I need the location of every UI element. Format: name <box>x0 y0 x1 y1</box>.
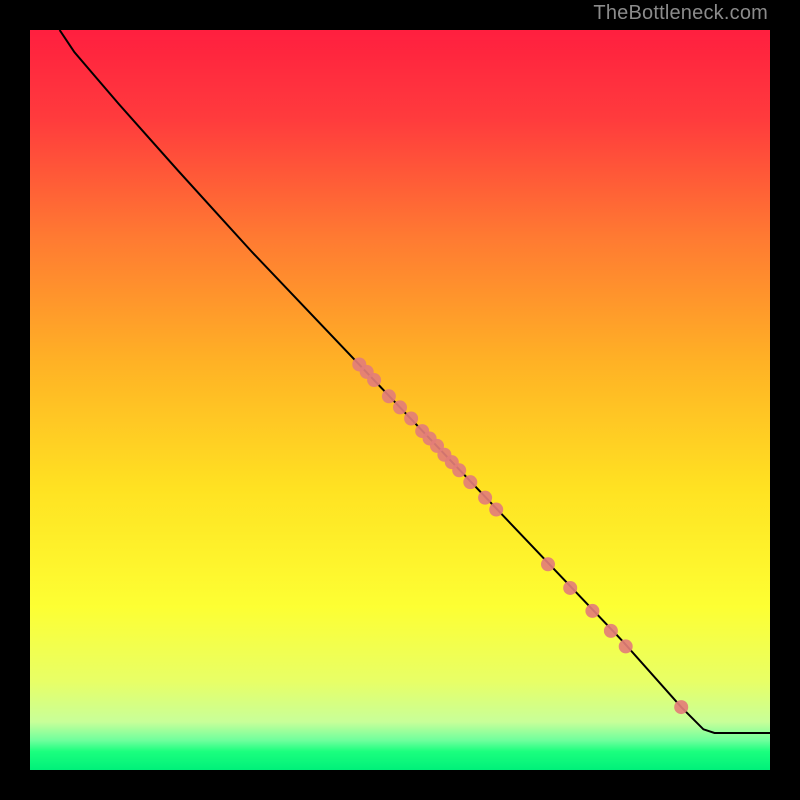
data-marker <box>452 463 466 477</box>
data-marker <box>393 400 407 414</box>
chart-frame <box>30 30 770 770</box>
watermark-text: TheBottleneck.com <box>593 2 768 25</box>
data-marker <box>382 389 396 403</box>
data-marker <box>478 491 492 505</box>
data-marker <box>604 624 618 638</box>
data-marker <box>404 412 418 426</box>
chart-svg <box>30 30 770 770</box>
data-marker <box>619 639 633 653</box>
data-marker <box>489 503 503 517</box>
data-marker <box>463 475 477 489</box>
chart-background <box>30 30 770 770</box>
data-marker <box>367 373 381 387</box>
data-marker <box>674 700 688 714</box>
data-marker <box>541 557 555 571</box>
data-marker <box>563 581 577 595</box>
data-marker <box>585 604 599 618</box>
